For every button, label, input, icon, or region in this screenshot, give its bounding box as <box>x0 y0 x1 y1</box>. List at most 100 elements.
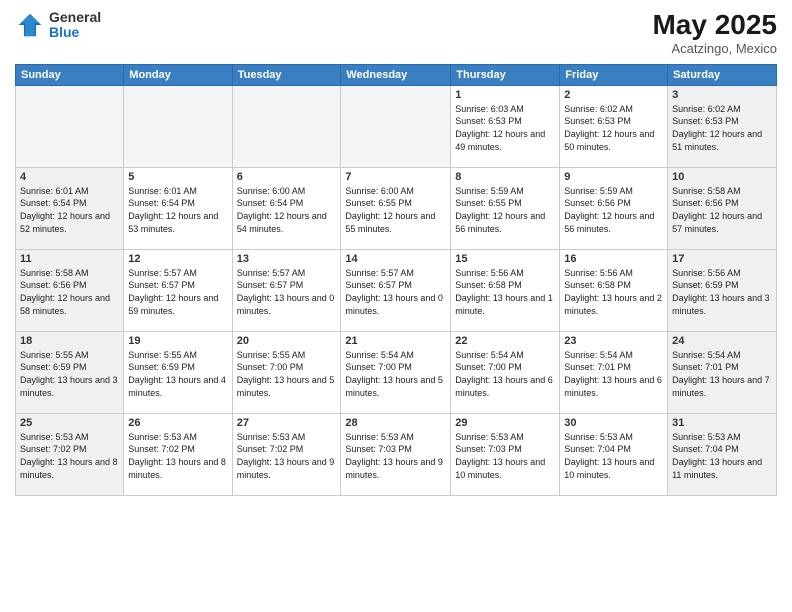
table-row: 9 Sunrise: 5:59 AM Sunset: 6:56 PM Daylig… <box>560 167 668 249</box>
day-number: 18 <box>20 335 119 347</box>
table-row: 31Sunrise: 5:53 AM Sunset: 7:04 PM Dayli… <box>668 413 777 495</box>
table-row: 12Sunrise: 5:57 AM Sunset: 6:57 PM Dayli… <box>124 249 232 331</box>
day-info: Sunrise: 5:56 AM Sunset: 6:58 PM Dayligh… <box>564 267 663 317</box>
table-row <box>16 85 124 167</box>
page: General Blue May 2025 Acatzingo, Mexico … <box>0 0 792 612</box>
day-info: Sunrise: 5:56 AM Sunset: 6:59 PM Dayligh… <box>672 267 772 317</box>
day-number: 30 <box>564 417 663 429</box>
day-info: Sunrise: 6:01 AM Sunset: 6:54 PM Dayligh… <box>20 185 119 235</box>
day-number: 3 <box>672 89 772 101</box>
day-info: Sunrise: 5:54 AM Sunset: 7:00 PM Dayligh… <box>345 349 446 399</box>
day-number: 11 <box>20 253 119 265</box>
calendar-header-row: Sunday Monday Tuesday Wednesday Thursday… <box>16 64 777 85</box>
day-info: Sunrise: 5:54 AM Sunset: 7:01 PM Dayligh… <box>672 349 772 399</box>
day-number: 7 <box>345 171 446 183</box>
day-number: 5 <box>128 171 227 183</box>
day-info: Sunrise: 6:03 AM Sunset: 6:53 PM Dayligh… <box>455 103 555 153</box>
title-section: May 2025 Acatzingo, Mexico <box>652 10 777 56</box>
table-row: 6 Sunrise: 6:00 AM Sunset: 6:54 PM Daylig… <box>232 167 341 249</box>
table-row: 11Sunrise: 5:58 AM Sunset: 6:56 PM Dayli… <box>16 249 124 331</box>
table-row: 22 Sunrise: 5:54 AM Sunset: 7:00 PM Dayli… <box>451 331 560 413</box>
day-number: 10 <box>672 171 772 183</box>
day-info: Sunrise: 5:53 AM Sunset: 7:04 PM Dayligh… <box>564 431 663 481</box>
calendar-week-row: 18 Sunrise: 5:55 AM Sunset: 6:59 PM Dayli… <box>16 331 777 413</box>
day-info: Sunrise: 5:53 AM Sunset: 7:03 PM Dayligh… <box>455 431 555 481</box>
table-row: 13Sunrise: 5:57 AM Sunset: 6:57 PM Dayli… <box>232 249 341 331</box>
table-row <box>232 85 341 167</box>
day-number: 14 <box>345 253 446 265</box>
header: General Blue May 2025 Acatzingo, Mexico <box>15 10 777 56</box>
table-row: 18 Sunrise: 5:55 AM Sunset: 6:59 PM Dayli… <box>16 331 124 413</box>
day-number: 19 <box>128 335 227 347</box>
logo-blue: Blue <box>49 25 101 40</box>
day-number: 9 <box>564 171 663 183</box>
day-info: Sunrise: 6:02 AM Sunset: 6:53 PM Dayligh… <box>672 103 772 153</box>
day-info: Sunrise: 5:54 AM Sunset: 7:00 PM Dayligh… <box>455 349 555 399</box>
location: Acatzingo, Mexico <box>652 41 777 56</box>
day-info: Sunrise: 5:55 AM Sunset: 6:59 PM Dayligh… <box>20 349 119 399</box>
day-info: Sunrise: 5:55 AM Sunset: 6:59 PM Dayligh… <box>128 349 227 399</box>
table-row: 14 Sunrise: 5:57 AM Sunset: 6:57 PM Dayli… <box>341 249 451 331</box>
col-saturday: Saturday <box>668 64 777 85</box>
day-number: 29 <box>455 417 555 429</box>
table-row: 5Sunrise: 6:01 AM Sunset: 6:54 PM Daylig… <box>124 167 232 249</box>
day-info: Sunrise: 5:59 AM Sunset: 6:56 PM Dayligh… <box>564 185 663 235</box>
day-info: Sunrise: 6:00 AM Sunset: 6:54 PM Dayligh… <box>237 185 337 235</box>
day-number: 8 <box>455 171 555 183</box>
table-row: 1 Sunrise: 6:03 AM Sunset: 6:53 PM Daylig… <box>451 85 560 167</box>
day-number: 27 <box>237 417 337 429</box>
table-row: 16Sunrise: 5:56 AM Sunset: 6:58 PM Dayli… <box>560 249 668 331</box>
day-info: Sunrise: 5:53 AM Sunset: 7:02 PM Dayligh… <box>20 431 119 481</box>
day-number: 1 <box>455 89 555 101</box>
logo-icon <box>15 10 45 40</box>
table-row: 8Sunrise: 5:59 AM Sunset: 6:55 PM Daylig… <box>451 167 560 249</box>
logo: General Blue <box>15 10 101 41</box>
day-info: Sunrise: 5:55 AM Sunset: 7:00 PM Dayligh… <box>237 349 337 399</box>
table-row: 23 Sunrise: 5:54 AM Sunset: 7:01 PM Dayli… <box>560 331 668 413</box>
table-row: 15 Sunrise: 5:56 AM Sunset: 6:58 PM Dayli… <box>451 249 560 331</box>
day-info: Sunrise: 5:58 AM Sunset: 6:56 PM Dayligh… <box>672 185 772 235</box>
day-info: Sunrise: 5:53 AM Sunset: 7:02 PM Dayligh… <box>237 431 337 481</box>
day-number: 6 <box>237 171 337 183</box>
day-number: 20 <box>237 335 337 347</box>
calendar-week-row: 25Sunrise: 5:53 AM Sunset: 7:02 PM Dayli… <box>16 413 777 495</box>
day-info: Sunrise: 5:53 AM Sunset: 7:02 PM Dayligh… <box>128 431 227 481</box>
day-number: 4 <box>20 171 119 183</box>
day-number: 17 <box>672 253 772 265</box>
table-row: 2 Sunrise: 6:02 AM Sunset: 6:53 PM Daylig… <box>560 85 668 167</box>
day-number: 15 <box>455 253 555 265</box>
table-row <box>124 85 232 167</box>
day-number: 28 <box>345 417 446 429</box>
col-thursday: Thursday <box>451 64 560 85</box>
table-row: 25Sunrise: 5:53 AM Sunset: 7:02 PM Dayli… <box>16 413 124 495</box>
day-info: Sunrise: 5:57 AM Sunset: 6:57 PM Dayligh… <box>345 267 446 317</box>
day-info: Sunrise: 5:53 AM Sunset: 7:03 PM Dayligh… <box>345 431 446 481</box>
col-tuesday: Tuesday <box>232 64 341 85</box>
month-title: May 2025 <box>652 10 777 41</box>
col-monday: Monday <box>124 64 232 85</box>
day-number: 23 <box>564 335 663 347</box>
day-info: Sunrise: 5:54 AM Sunset: 7:01 PM Dayligh… <box>564 349 663 399</box>
day-info: Sunrise: 5:56 AM Sunset: 6:58 PM Dayligh… <box>455 267 555 317</box>
day-number: 22 <box>455 335 555 347</box>
table-row: 26Sunrise: 5:53 AM Sunset: 7:02 PM Dayli… <box>124 413 232 495</box>
logo-text: General Blue <box>49 10 101 41</box>
day-number: 2 <box>564 89 663 101</box>
table-row: 19 Sunrise: 5:55 AM Sunset: 6:59 PM Dayli… <box>124 331 232 413</box>
day-info: Sunrise: 6:02 AM Sunset: 6:53 PM Dayligh… <box>564 103 663 153</box>
table-row: 20 Sunrise: 5:55 AM Sunset: 7:00 PM Dayli… <box>232 331 341 413</box>
day-number: 31 <box>672 417 772 429</box>
table-row <box>341 85 451 167</box>
table-row: 4 Sunrise: 6:01 AM Sunset: 6:54 PM Daylig… <box>16 167 124 249</box>
logo-general: General <box>49 10 101 25</box>
calendar-week-row: 4 Sunrise: 6:01 AM Sunset: 6:54 PM Daylig… <box>16 167 777 249</box>
calendar-table: Sunday Monday Tuesday Wednesday Thursday… <box>15 64 777 496</box>
table-row: 3 Sunrise: 6:02 AM Sunset: 6:53 PM Daylig… <box>668 85 777 167</box>
table-row: 24 Sunrise: 5:54 AM Sunset: 7:01 PM Dayli… <box>668 331 777 413</box>
calendar-week-row: 11Sunrise: 5:58 AM Sunset: 6:56 PM Dayli… <box>16 249 777 331</box>
table-row: 29 Sunrise: 5:53 AM Sunset: 7:03 PM Dayli… <box>451 413 560 495</box>
day-number: 24 <box>672 335 772 347</box>
day-number: 13 <box>237 253 337 265</box>
table-row: 21Sunrise: 5:54 AM Sunset: 7:00 PM Dayli… <box>341 331 451 413</box>
day-number: 12 <box>128 253 227 265</box>
